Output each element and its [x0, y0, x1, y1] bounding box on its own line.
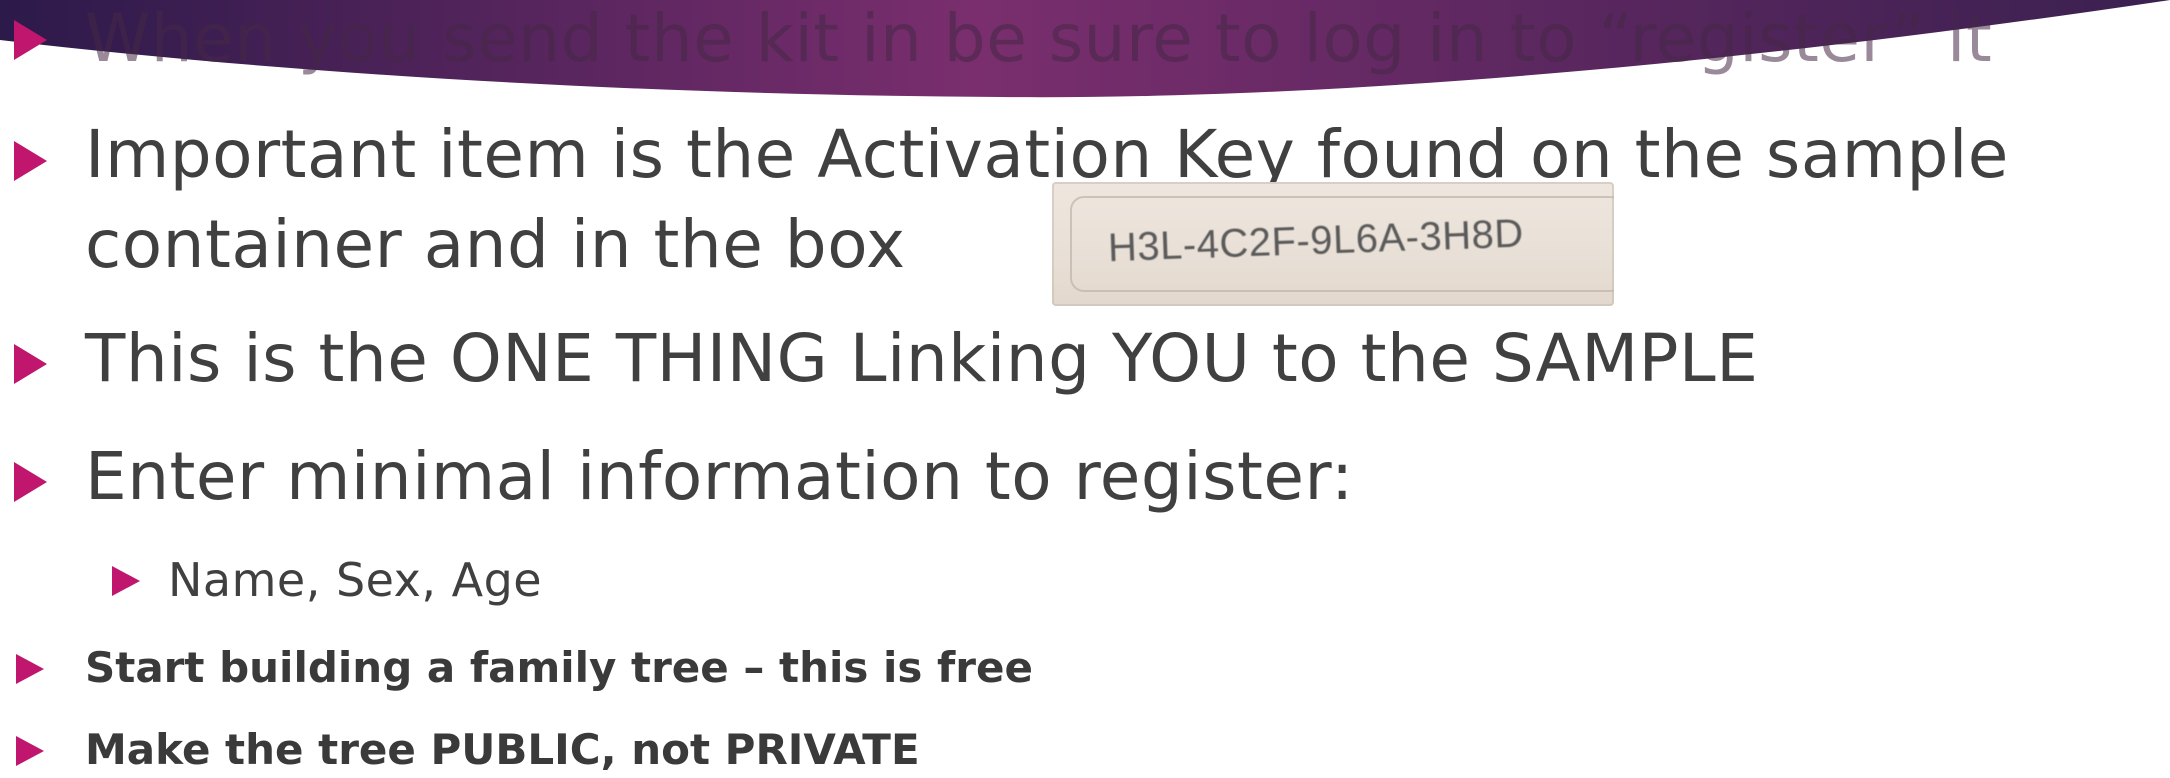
bullet-arrow-icon	[112, 566, 140, 596]
bullet-arrow-icon	[14, 141, 47, 181]
bullet-text: Start building a family tree – this is f…	[85, 643, 1033, 692]
bullet-text: Name, Sex, Age	[168, 553, 543, 607]
bullet-text: Enter minimal information to register:	[85, 438, 1354, 515]
bullet-arrow-icon	[16, 736, 44, 766]
bullet-text: When you send the kit in be sure to log …	[85, 0, 1993, 77]
bullet-arrow-icon	[14, 20, 47, 60]
activation-key-photo: H3L-4C2F-9L6A-3H8D	[1052, 182, 1614, 306]
bullet-arrow-icon	[14, 462, 47, 502]
bullet-text-line2: container and in the box	[85, 206, 906, 283]
bullet-arrow-icon	[14, 344, 47, 384]
bullet-arrow-icon	[16, 654, 44, 684]
bullet-text: Make the tree PUBLIC, not PRIVATE	[85, 725, 920, 774]
bullet-text-line1: Important item is the Activation Key fou…	[85, 116, 2009, 193]
bullet-text: This is the ONE THING Linking YOU to the…	[85, 320, 1759, 397]
